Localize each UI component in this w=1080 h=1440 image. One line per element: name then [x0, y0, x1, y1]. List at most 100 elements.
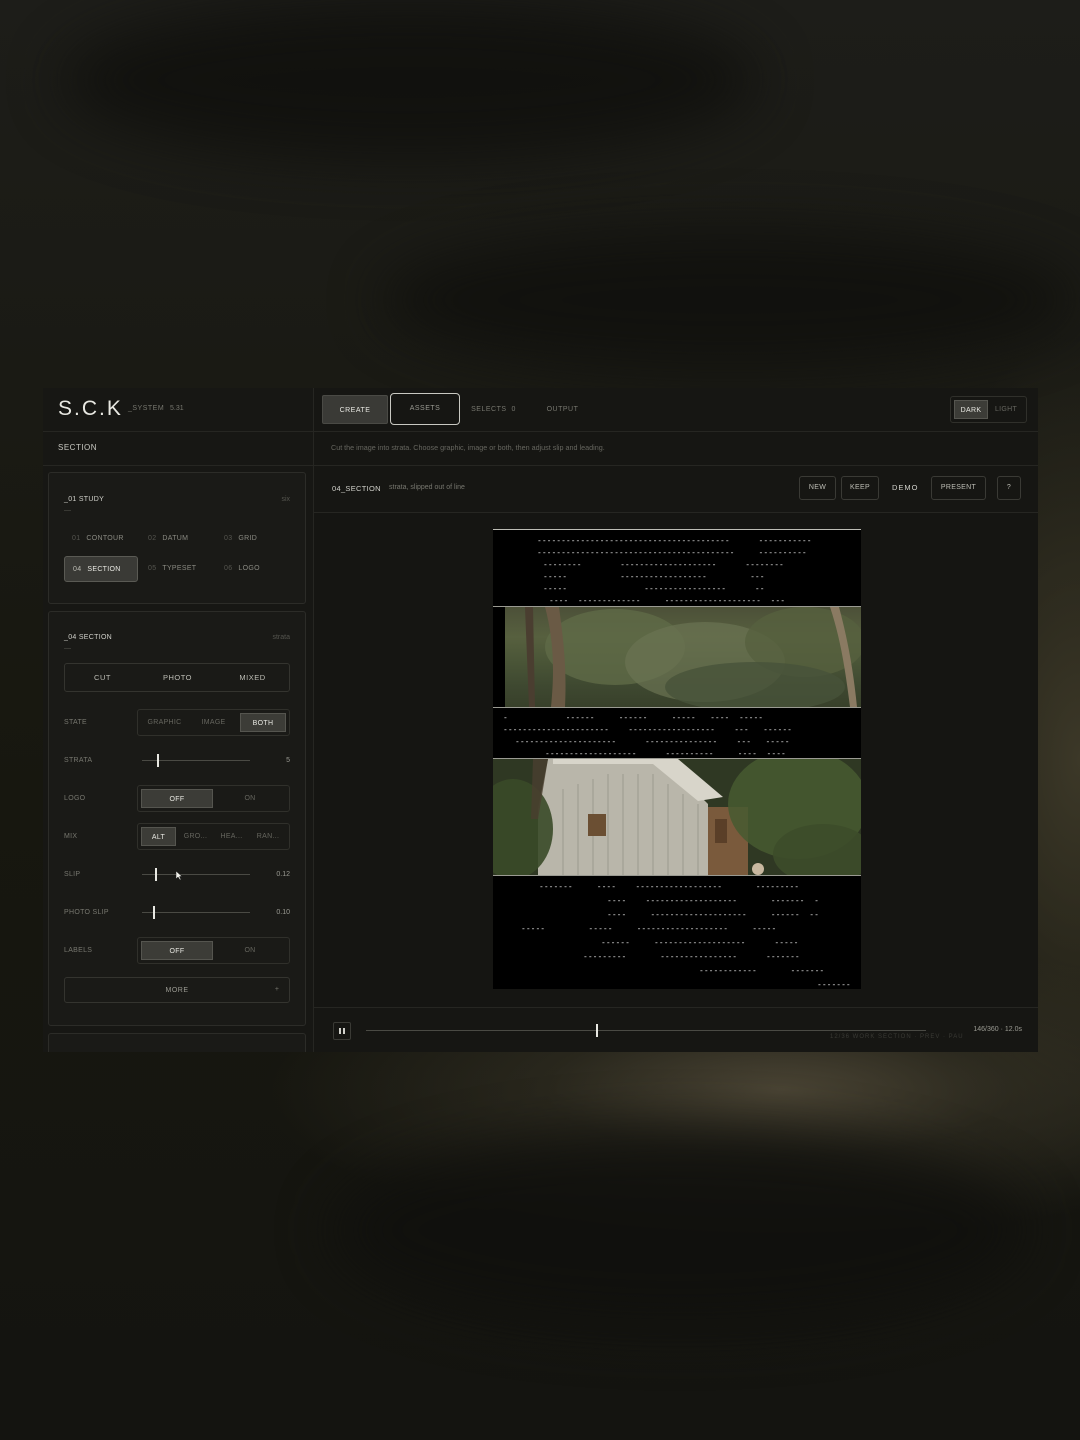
state-graphic-option[interactable]: GRAPHIC [141, 713, 188, 732]
brand-header: S.C.K _SYSTEM 5.31 [43, 388, 313, 432]
more-button-label: MORE [165, 987, 189, 994]
theme-light-option[interactable]: LIGHT [989, 400, 1023, 419]
theme-dark-option[interactable]: DARK [954, 400, 988, 419]
house-photo [493, 759, 861, 875]
section-panel-tag: strata [272, 634, 290, 641]
timeline-scrubber[interactable] [366, 1024, 926, 1037]
logo-toggle: OFF ON [137, 785, 290, 812]
module-number: 03 [224, 535, 233, 542]
strata-slider[interactable] [142, 754, 250, 767]
more-button[interactable]: MORE + [64, 977, 290, 1003]
module-datum[interactable]: 02 DATUM [140, 526, 214, 552]
pause-icon [339, 1028, 341, 1034]
brand-version: 5.31 [170, 405, 184, 412]
section-panel: _04 SECTION strata — CUT PHOTO MIXED STA… [48, 611, 306, 1026]
strata-band-graphic: ------- ---- ------------------ --------… [493, 876, 861, 989]
new-button[interactable]: NEW [799, 476, 836, 500]
strata-band-photo [505, 607, 861, 707]
module-section[interactable]: 04 SECTION [64, 556, 138, 582]
mix-alt-option[interactable]: ALT [141, 827, 176, 846]
playback-footnote: 12/36 WORK SECTION · PREV · PAU [830, 1034, 964, 1040]
labels-on-option[interactable]: ON [214, 941, 286, 960]
sidebar-section-header: SECTION [43, 432, 313, 466]
module-grid[interactable]: 03 GRID [216, 526, 290, 552]
tab-output[interactable]: OUTPUT [540, 395, 585, 424]
module-label: GRID [238, 535, 258, 542]
state-both-option[interactable]: BOTH [240, 713, 286, 732]
context-bar: 04_SECTION strata, slipped out of line N… [314, 466, 1038, 513]
module-logo[interactable]: 06 LOGO [216, 556, 290, 582]
slip-slider-thumb[interactable] [154, 868, 157, 881]
module-label: CONTOUR [86, 535, 124, 542]
present-button[interactable]: PRESENT [931, 476, 986, 500]
canvas-area: ----------------------------------------… [314, 513, 1038, 1007]
strata-band-graphic: ----------------------------------------… [493, 530, 861, 606]
artboard[interactable]: ----------------------------------------… [493, 529, 861, 989]
strata-band-graphic: - ------ ------ ----- ---- ----- -------… [493, 708, 861, 758]
module-label: LOGO [238, 565, 260, 572]
section-panel-dash: — [64, 645, 71, 652]
pause-icon [343, 1028, 345, 1034]
context-title: 04_SECTION [332, 484, 381, 493]
next-panel [48, 1033, 306, 1052]
mix-ran-option[interactable]: RAN... [250, 827, 286, 846]
module-number: 06 [224, 565, 233, 572]
photo-slip-slider[interactable] [142, 906, 250, 919]
pause-button[interactable] [333, 1022, 351, 1040]
labels-toggle: OFF ON [137, 937, 290, 964]
selects-count: 0 [511, 406, 516, 413]
study-panel-title: _01 STUDY [64, 496, 105, 503]
slip-slider[interactable] [142, 868, 250, 881]
help-button[interactable]: ? [997, 476, 1021, 500]
theme-toggle: DARK LIGHT [950, 396, 1027, 423]
logo-off-option[interactable]: OFF [141, 789, 213, 808]
context-subtitle: strata, slipped out of line [389, 484, 465, 491]
demo-button[interactable]: DEMO [892, 483, 919, 492]
top-nav: CREATE ASSETS SELECTS 0 OUTPUT DARK LIGH… [314, 388, 1038, 432]
mix-toggle: ALT GRO... HEA... RAN... [137, 823, 290, 850]
mode-photo-button[interactable]: PHOTO [140, 673, 215, 682]
section-label: SECTION [58, 443, 98, 452]
logo-label: LOGO [64, 795, 86, 802]
study-panel-tag: six [281, 496, 290, 503]
brand-system-label: _SYSTEM [128, 405, 165, 412]
module-label: SECTION [87, 566, 121, 573]
study-panel-dash: — [64, 507, 71, 514]
photo-slip-slider-thumb[interactable] [152, 906, 155, 919]
plus-icon: + [274, 986, 279, 993]
tab-create[interactable]: CREATE [322, 395, 388, 424]
module-label: TYPESET [162, 565, 197, 572]
strata-band-photo [493, 759, 861, 875]
mode-cut-button[interactable]: CUT [65, 673, 140, 682]
playback-bar: 146/360 · 12.0s 12/36 WORK SECTION · PRE… [314, 1007, 1038, 1052]
state-image-option[interactable]: IMAGE [189, 713, 238, 732]
photo-slip-value: 0.10 [276, 909, 290, 916]
cursor-icon [176, 871, 183, 880]
state-label: STATE [64, 719, 88, 726]
background-shadow [330, 1130, 1030, 1330]
timeline-thumb[interactable] [595, 1024, 598, 1037]
mode-mixed-button[interactable]: MIXED [215, 673, 290, 682]
module-number: 04 [73, 566, 82, 573]
slip-value: 0.12 [276, 871, 290, 878]
mix-gro-option[interactable]: GRO... [178, 827, 213, 846]
tab-selects[interactable]: SELECTS 0 [466, 395, 521, 424]
logo-on-option[interactable]: ON [214, 789, 286, 808]
app-window: S.C.K _SYSTEM 5.31 SECTION _01 STUDY six… [43, 388, 1038, 1052]
module-number: 01 [72, 535, 81, 542]
labels-off-option[interactable]: OFF [141, 941, 213, 960]
sidebar: S.C.K _SYSTEM 5.31 SECTION _01 STUDY six… [43, 388, 314, 1052]
mix-hea-option[interactable]: HEA... [214, 827, 249, 846]
labels-label: LABELS [64, 947, 93, 954]
strata-slider-thumb[interactable] [157, 754, 160, 767]
background-shadow [380, 230, 1080, 370]
module-label: DATUM [162, 535, 189, 542]
playback-time: 146/360 · 12.0s [973, 1026, 1022, 1033]
module-contour[interactable]: 01 CONTOUR [64, 526, 138, 552]
module-typeset[interactable]: 05 TYPESET [140, 556, 214, 582]
module-number: 05 [148, 565, 157, 572]
mix-label: MIX [64, 833, 78, 840]
background-shadow [60, 0, 760, 160]
tab-assets[interactable]: ASSETS [390, 393, 460, 425]
keep-button[interactable]: KEEP [841, 476, 879, 500]
